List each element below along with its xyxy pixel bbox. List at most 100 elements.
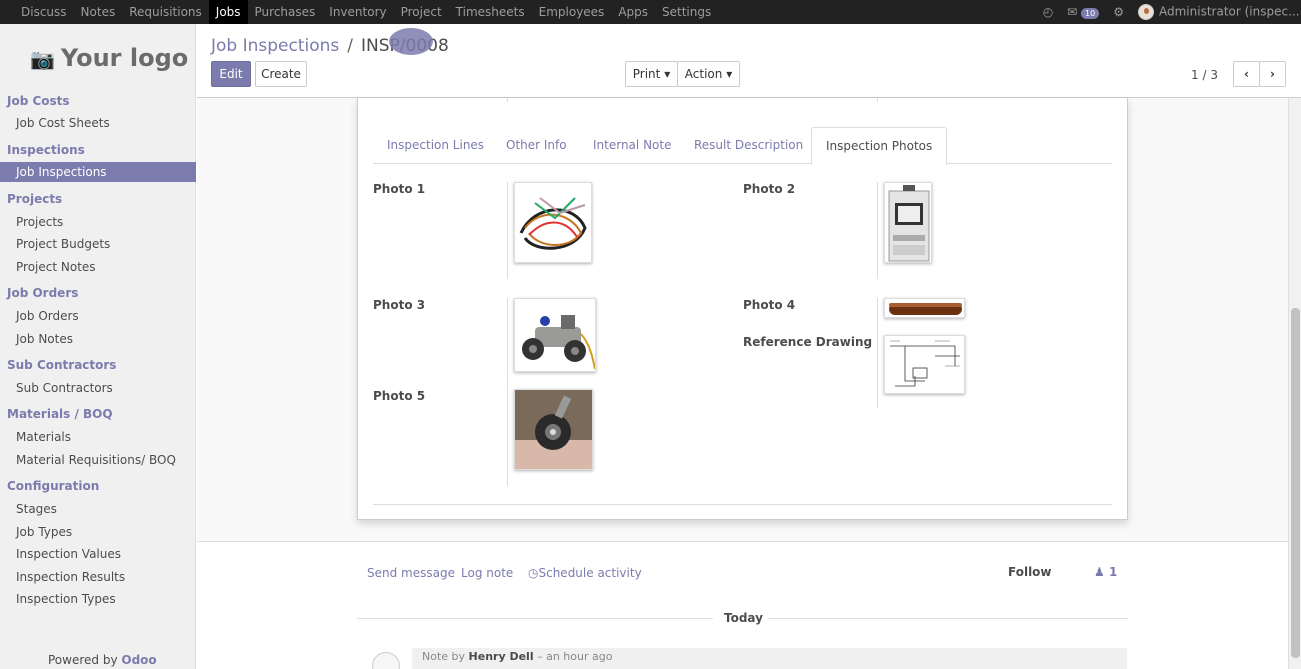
action-dropdown[interactable]: Action ▾ (677, 61, 740, 87)
section-job-orders: Job Orders (7, 286, 79, 300)
sidebar-item-inspection-results[interactable]: Inspection Results (0, 567, 196, 587)
tab-result-description[interactable]: Result Description (680, 127, 817, 164)
chevron-right-icon: › (1270, 67, 1275, 81)
sidebar-item-projects[interactable]: Projects (0, 212, 196, 232)
menu-apps[interactable]: Apps (611, 0, 655, 24)
top-navbar: Discuss Notes Requisitions Jobs Purchase… (0, 0, 1301, 24)
edit-button[interactable]: Edit (211, 61, 251, 87)
sidebar-item-material-requisitions[interactable]: Material Requisitions/ BOQ (0, 450, 196, 470)
tab-other-info[interactable]: Other Info (492, 127, 581, 164)
menu-settings[interactable]: Settings (655, 0, 718, 24)
sidebar-item-inspection-types[interactable]: Inspection Types (0, 589, 196, 609)
section-materials-boq: Materials / BOQ (7, 407, 113, 421)
photo1-label: Photo 1 (373, 182, 426, 196)
sidebar-item-job-cost-sheets[interactable]: Job Cost Sheets (0, 113, 196, 133)
photo2-image[interactable] (884, 182, 932, 263)
sidebar-item-stages[interactable]: Stages (0, 499, 196, 519)
chat-icon[interactable]: ✉ 10 (1067, 0, 1100, 24)
sidebar-item-job-inspections[interactable]: Job Inspections (0, 162, 196, 182)
sidebar: 📷 Your logo Job Costs Job Cost Sheets Ins… (0, 24, 196, 669)
menu-purchases[interactable]: Purchases (248, 0, 323, 24)
field-divider (877, 182, 878, 279)
note-message: Note by Henry Dell – an hour ago (412, 648, 1127, 669)
photo1-image[interactable] (514, 182, 592, 263)
breadcrumb-parent[interactable]: Job Inspections (211, 36, 339, 56)
schedule-activity-link[interactable]: ◷Schedule activity (528, 566, 642, 580)
crawler-robot-image (522, 315, 595, 370)
photo5-label: Photo 5 (373, 389, 426, 403)
pager-previous-button[interactable]: ‹ (1233, 61, 1260, 87)
sidebar-item-job-types[interactable]: Job Types (0, 522, 196, 542)
menu-requisitions[interactable]: Requisitions (122, 0, 209, 24)
followers-button[interactable]: ♟ 1 (1094, 565, 1117, 579)
note-author[interactable]: Henry Dell (469, 650, 534, 663)
clock-icon[interactable]: ◴ (1043, 0, 1053, 24)
menu-discuss[interactable]: Discuss (14, 0, 74, 24)
menu-inventory[interactable]: Inventory (322, 0, 393, 24)
date-divider-left (357, 618, 713, 619)
sidebar-item-project-budgets[interactable]: Project Budgets (0, 234, 196, 254)
tab-internal-note[interactable]: Internal Note (579, 127, 685, 164)
sheet-bottom-divider (373, 504, 1112, 505)
field-divider (507, 98, 508, 102)
pager-value[interactable]: 1 / 3 (1191, 68, 1218, 82)
section-job-costs: Job Costs (7, 94, 70, 108)
sidebar-item-inspection-values[interactable]: Inspection Values (0, 544, 196, 564)
camera-head-image (515, 390, 592, 469)
powered-by: Powered by Odoo (48, 653, 157, 667)
pager-next-button[interactable]: › (1259, 61, 1286, 87)
print-dropdown[interactable]: Print ▾ (625, 61, 678, 87)
user-menu[interactable]: Administrator (inspec... (1138, 4, 1301, 20)
tab-inspection-lines[interactable]: Inspection Lines (373, 127, 498, 164)
section-inspections: Inspections (7, 143, 85, 157)
caret-down-icon: ▾ (726, 67, 733, 81)
sidebar-item-materials[interactable]: Materials (0, 427, 196, 447)
create-button[interactable]: Create (255, 61, 307, 87)
photo4-label: Photo 4 (743, 298, 796, 312)
photo5-image[interactable] (514, 389, 593, 470)
menu-employees[interactable]: Employees (532, 0, 612, 24)
follow-button[interactable]: Follow (1008, 565, 1052, 579)
reference-drawing-image[interactable] (884, 335, 965, 394)
sidebar-item-job-notes[interactable]: Job Notes (0, 329, 196, 349)
clock-icon: ◷ (528, 566, 539, 580)
send-message-link[interactable]: Send message (367, 566, 455, 580)
reference-drawing-label: Reference Drawing (743, 335, 873, 349)
breadcrumb-separator: / (347, 36, 354, 56)
sidebar-item-job-orders[interactable]: Job Orders (0, 306, 196, 326)
chatter: Send message Log note ◷Schedule activity… (197, 541, 1288, 669)
message-count-badge: 10 (1081, 8, 1100, 19)
section-projects: Projects (7, 192, 63, 206)
photo2-label: Photo 2 (743, 182, 796, 196)
bug-icon[interactable]: ⚙ (1113, 0, 1124, 24)
form-sheet: Inspection Lines Other Info Internal Not… (357, 98, 1128, 520)
section-configuration: Configuration (7, 479, 100, 493)
menu-project[interactable]: Project (394, 0, 449, 24)
tab-inspection-photos[interactable]: Inspection Photos (811, 127, 948, 165)
field-divider (877, 98, 878, 102)
date-divider-right (768, 618, 1128, 619)
systray: ◴ ✉ 10 ⚙ Administrator (inspec... (1043, 0, 1301, 24)
camera-icon: 📷 (30, 47, 55, 71)
app-menu: Discuss Notes Requisitions Jobs Purchase… (14, 0, 718, 24)
page-scrollbar[interactable] (1288, 98, 1301, 669)
menu-jobs[interactable]: Jobs (208, 0, 248, 24)
technical-drawing-image (885, 336, 964, 393)
photo3-label: Photo 3 (373, 298, 426, 312)
photo4-image[interactable] (884, 298, 965, 318)
date-separator: Today (724, 611, 763, 625)
company-logo: 📷 Your logo (30, 44, 189, 72)
odoo-link[interactable]: Odoo (121, 653, 156, 667)
cursor-indicator (389, 28, 433, 55)
menu-timesheets[interactable]: Timesheets (449, 0, 532, 24)
control-panel: Job Inspections/INSP/0008 Edit Create Pr… (197, 24, 1301, 98)
scrollbar-thumb[interactable] (1291, 308, 1300, 658)
menu-notes[interactable]: Notes (74, 0, 123, 24)
photo3-image[interactable] (514, 298, 596, 372)
field-divider (507, 298, 508, 486)
sidebar-item-sub-contractors[interactable]: Sub Contractors (0, 378, 196, 398)
sidebar-item-project-notes[interactable]: Project Notes (0, 257, 196, 277)
note-author-avatar (372, 652, 400, 669)
section-sub-contractors: Sub Contractors (7, 358, 117, 372)
log-note-link[interactable]: Log note (461, 566, 513, 580)
